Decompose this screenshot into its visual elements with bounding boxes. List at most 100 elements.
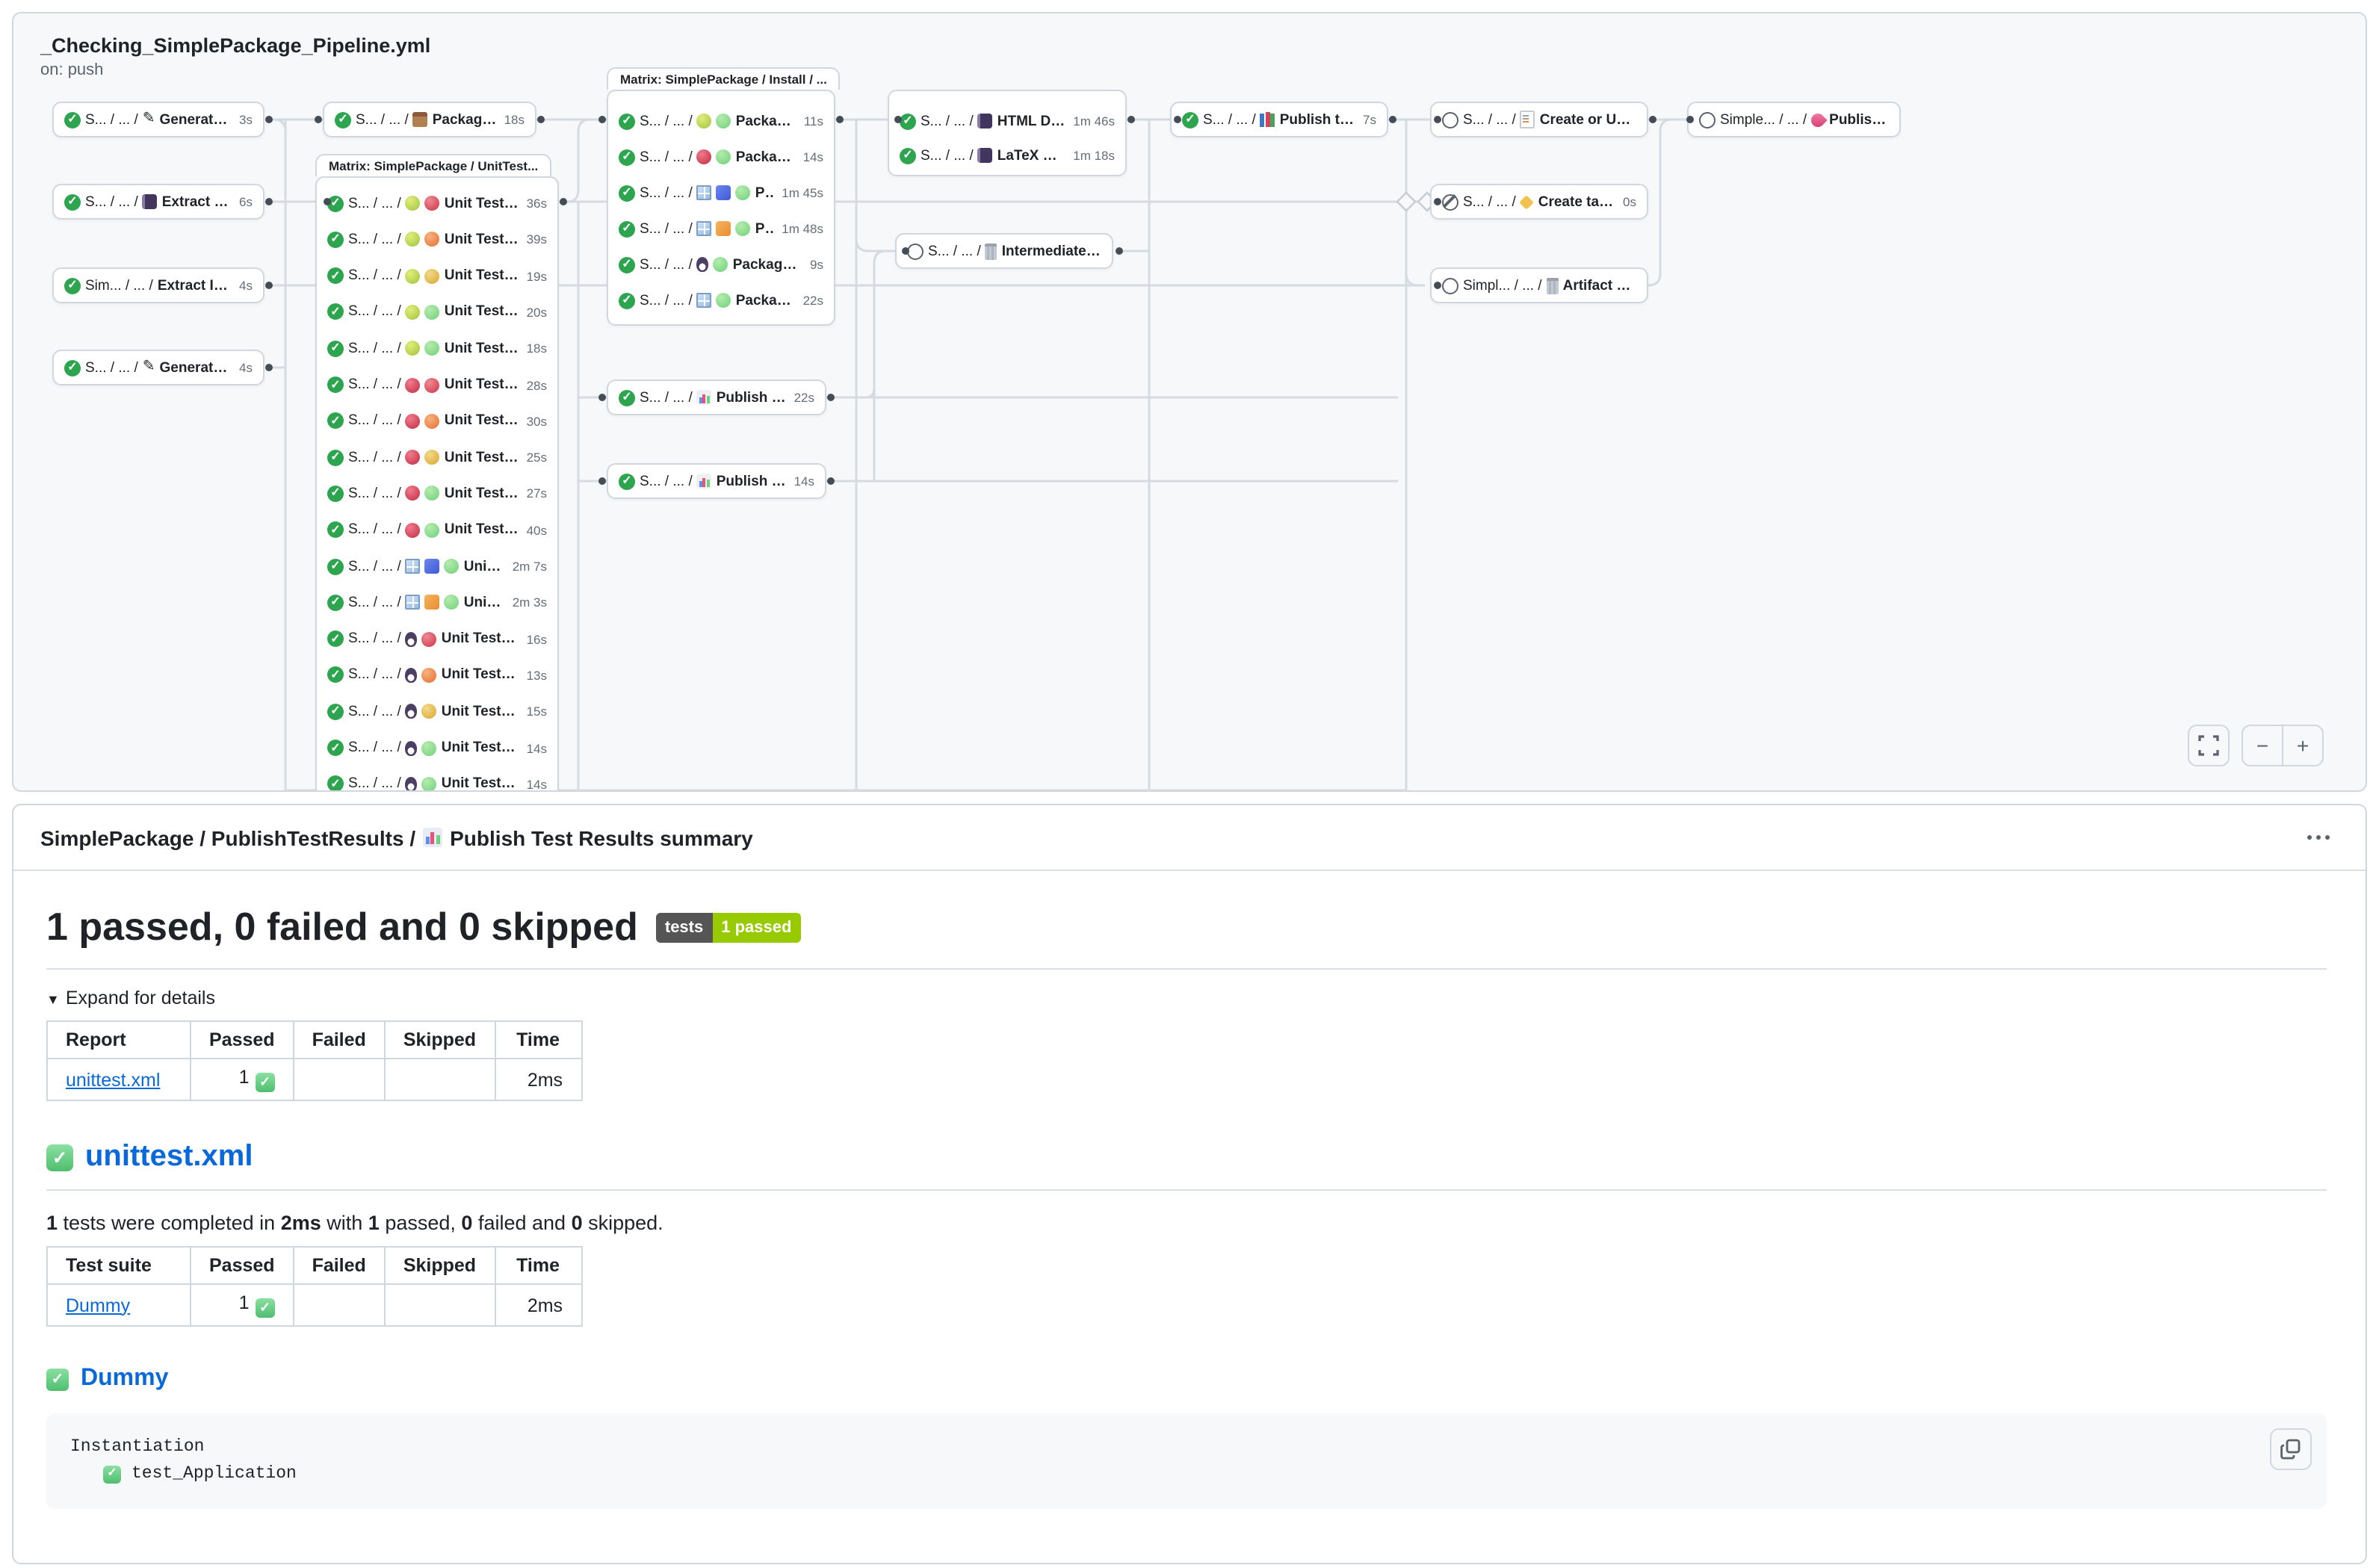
job-node-generate-pipeline-1[interactable]: ✓S... / ... /✎Generate pipelin...3s <box>52 102 264 137</box>
job-node-publish-to-gh-pages[interactable]: ✓S... / ... /Publish to GH-P...7s <box>1170 102 1388 137</box>
job-node-publish-to-pypi[interactable]: Simple... / ... /Publish to PyPI <box>1687 102 1901 137</box>
job-duration: 0s <box>1620 194 1636 209</box>
kebab-menu-button[interactable] <box>2298 826 2339 849</box>
penguin-icon <box>406 777 418 792</box>
job-node-artifact-cleanup[interactable]: Simpl... / ... /Artifact Cleanup <box>1430 267 1648 303</box>
zoom-in-button[interactable]: + <box>2283 726 2322 765</box>
sphere-green-icon <box>425 341 440 356</box>
matrix-job-row[interactable]: ✓S... / ... /HTML Docu...1m 46s <box>900 103 1115 139</box>
tag-icon <box>1520 194 1535 209</box>
job-node-extract-information[interactable]: ✓Sim... / ... /Extract Information4s <box>52 267 264 303</box>
matrix-job-row[interactable]: ✓S... / ... /Unit T...2m 3s <box>327 585 547 621</box>
job-prefix: S... / ... / <box>348 740 401 756</box>
matrix-job-row[interactable]: ✓S... / ... /Unit Tests - ...14s <box>327 730 547 766</box>
sphere-red-icon <box>425 377 440 392</box>
page: ✓S... / ... /✎Generate pipelin...3s✓S...… <box>0 0 2379 1568</box>
matrix-job-row[interactable]: ✓S... / ... /Unit Tests - ...16s <box>327 621 547 657</box>
job-node-publish-test-results[interactable]: ✓S... / ... /Publish Test Re...14s <box>607 463 826 499</box>
job-node-generate-pipeline-2[interactable]: ✓S... / ... /✎Generate pipelin...4s <box>52 350 264 385</box>
job-prefix: S... / ... / <box>640 256 693 273</box>
matrix-job-row[interactable]: ✓S... / ... /Unit Tests - ...15s <box>327 693 547 729</box>
matrix-job-row[interactable]: ✓S... / ... /Unit Tests - ...27s <box>327 476 547 512</box>
job-prefix: S... / ... / <box>348 304 401 320</box>
workflow-graph-panel[interactable]: ✓S... / ... /✎Generate pipelin...3s✓S...… <box>12 12 2367 792</box>
matrix-job-row[interactable]: ✓S... / ... /Unit Tests - ...28s <box>327 367 547 403</box>
port-dot <box>1127 116 1135 123</box>
job-label: Unit Tests - ... <box>442 703 519 719</box>
file-section-heading[interactable]: ✓ unittest.xml <box>46 1140 2327 1191</box>
fullscreen-button[interactable] <box>2188 725 2230 766</box>
matrix-job-row[interactable]: ✓S... / ... /Unit Tests - ...18s <box>327 330 547 366</box>
matrix-job-row[interactable]: ✓S... / ... /Unit Tests - ...14s <box>327 766 547 792</box>
matrix-job-row[interactable]: ✓S... / ... /Package ins...14s <box>619 139 823 175</box>
matrix-job-row[interactable]: ✓S... / ... /Unit Tests - ...13s <box>327 657 547 693</box>
matrix-job-row[interactable]: ✓S... / ... /Package ins...22s <box>619 282 823 318</box>
job-prefix: S... / ... / <box>348 521 401 538</box>
sphere-green-icon <box>445 559 460 574</box>
skipped-cell <box>385 1059 495 1100</box>
job-duration: 39s <box>524 232 547 247</box>
success-status-icon: ✓ <box>327 703 344 719</box>
matrix-job-row[interactable]: ✓S... / ... /Packa...1m 45s <box>619 175 823 211</box>
column-header: Skipped <box>385 1021 495 1059</box>
job-node-publish-code-coverage[interactable]: ✓S... / ... /Publish Code C...22s <box>607 379 826 415</box>
job-duration: 15s <box>524 704 547 719</box>
job-node-intermediate-artifacts[interactable]: S... / ... /Intermediate Artifa... <box>895 233 1113 269</box>
success-status-icon: ✓ <box>64 193 81 210</box>
bar-chart-icon <box>423 828 442 847</box>
matrix-job-row[interactable]: ✓S... / ... /Package ins...11s <box>619 103 823 139</box>
job-node-package-in-source[interactable]: ✓S... / ... /Package in Sou...18s <box>323 102 536 137</box>
job-node-extract-configuration[interactable]: ✓S... / ... /Extract configur...6s <box>52 184 264 220</box>
job-node-create-or-update-release[interactable]: S... / ... /Create or Update R... <box>1430 102 1648 137</box>
job-duration: 22s <box>791 390 814 405</box>
failed-cell <box>294 1059 385 1100</box>
matrix-job-row[interactable]: ✓S... / ... /Unit Tests - ...20s <box>327 294 547 330</box>
sphere-orange-icon <box>425 414 440 429</box>
column-header: Passed <box>191 1247 294 1284</box>
passed-cell: 1✓ <box>191 1059 294 1100</box>
job-label: Unit Tests - ... <box>445 304 519 320</box>
pipeline-trigger: on: push <box>40 61 430 79</box>
matrix-job-row[interactable]: ✓S... / ... /LaTeX Docu...1m 18s <box>900 137 1115 173</box>
success-status-icon: ✓ <box>900 147 916 164</box>
pencil-icon: ✎ <box>143 112 155 127</box>
zoom-button-group: − + <box>2242 725 2324 766</box>
suite-section-heading[interactable]: ✓ Dummy <box>46 1366 2327 1392</box>
books-icon <box>1260 112 1275 127</box>
breadcrumb-text: SimplePackage / PublishTestResults / <box>40 825 415 849</box>
job-label: Package in Sou... <box>433 111 497 128</box>
matrix-job-row[interactable]: ✓S... / ... /Unit Tests - ...36s <box>327 185 547 221</box>
result-link[interactable]: Dummy <box>66 1295 130 1316</box>
sphere-green-icon <box>736 221 751 236</box>
port-dot <box>1389 116 1396 123</box>
job-node-create-tag[interactable]: S... / ... /Create tag '${{ in...0s <box>1430 184 1648 220</box>
matrix-job-row[interactable]: ✓S... / ... /Unit T...2m 7s <box>327 548 547 584</box>
apple-red-icon <box>406 414 421 429</box>
job-duration: 20s <box>524 305 547 320</box>
check-icon: ✓ <box>46 1144 73 1171</box>
expand-for-details[interactable]: ▼Expand for details <box>46 988 2327 1008</box>
matrix-job-row[interactable]: ✓S... / ... /Package inst...9s <box>619 247 823 282</box>
matrix-job-row[interactable]: ✓S... / ... /Unit Tests - ...40s <box>327 512 547 548</box>
sphere-green-icon <box>425 305 440 320</box>
matrix-job-row[interactable]: ✓S... / ... /Unit Tests - ...39s <box>327 222 547 258</box>
matrix-job-row[interactable]: ✓S... / ... /Unit Tests - ...30s <box>327 403 547 439</box>
job-duration: 11s <box>801 114 823 128</box>
copy-button[interactable] <box>2270 1428 2312 1470</box>
penguin-icon <box>406 668 418 683</box>
matrix-job-row[interactable]: ✓S... / ... /Unit Tests - ...25s <box>327 439 547 475</box>
port-dot <box>1434 116 1441 123</box>
skipped-cell <box>385 1284 495 1326</box>
job-label: Unit Tests - ... <box>445 376 519 393</box>
job-label: Generate pipelin... <box>160 111 232 128</box>
apple-green-icon <box>406 341 421 356</box>
matrix-job-row[interactable]: ✓S... / ... /Packa...1m 48s <box>619 211 823 247</box>
sphere-green-icon <box>714 257 728 272</box>
job-duration: 14s <box>524 740 547 755</box>
matrix-job-row[interactable]: ✓S... / ... /Unit Tests - ...19s <box>327 258 547 294</box>
job-duration: 2m 3s <box>510 595 547 610</box>
sphere-yellow-icon <box>422 704 437 719</box>
job-summary-panel: SimplePackage / PublishTestResults / Pub… <box>12 804 2367 1564</box>
zoom-out-button[interactable]: − <box>2243 726 2282 765</box>
result-link[interactable]: unittest.xml <box>66 1069 160 1090</box>
